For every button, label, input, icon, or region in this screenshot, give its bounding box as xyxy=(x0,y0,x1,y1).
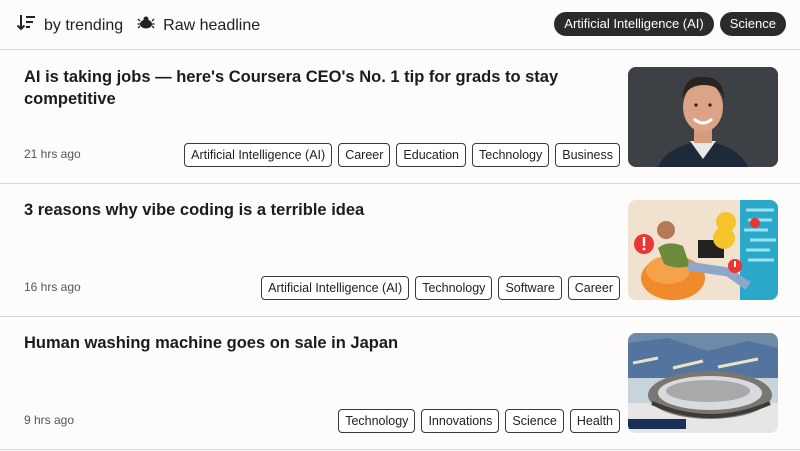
raw-headline-toggle[interactable]: Raw headline xyxy=(137,14,260,37)
tag[interactable]: Technology xyxy=(415,276,493,300)
article-time: 16 hrs ago xyxy=(24,280,81,294)
sort-label: by trending xyxy=(44,16,124,34)
mode-label: Raw headline xyxy=(163,16,261,34)
tag[interactable]: Technology xyxy=(472,143,550,167)
article-time: 9 hrs ago xyxy=(24,413,75,427)
tag[interactable]: Technology xyxy=(338,409,416,433)
article-card[interactable]: 3 reasons why vibe coding is a terrible … xyxy=(0,184,800,317)
filter-pill[interactable]: Artificial Intelligence (AI) xyxy=(554,12,714,36)
article-thumbnail[interactable] xyxy=(628,200,778,300)
tag-list: Artificial Intelligence (AI) Technology … xyxy=(255,276,620,300)
tag-list: Artificial Intelligence (AI) Career Educ… xyxy=(178,143,620,167)
tag[interactable]: Education xyxy=(396,143,467,167)
tag[interactable]: Business xyxy=(555,143,620,167)
article-time: 21 hrs ago xyxy=(24,147,81,161)
tag[interactable]: Health xyxy=(569,409,620,433)
article-title[interactable]: AI is taking jobs — here's Coursera CEO'… xyxy=(24,66,614,110)
tag[interactable]: Artificial Intelligence (AI) xyxy=(184,143,333,167)
tag[interactable]: Software xyxy=(498,276,562,300)
article-title[interactable]: 3 reasons why vibe coding is a terrible … xyxy=(24,199,614,221)
article-card[interactable]: Human washing machine goes on sale in Ja… xyxy=(0,317,800,450)
bug-icon xyxy=(137,14,155,37)
tag[interactable]: Career xyxy=(567,276,620,300)
article-card[interactable]: AI is taking jobs — here's Coursera CEO'… xyxy=(0,51,800,184)
tag[interactable]: Career xyxy=(338,143,391,167)
article-title[interactable]: Human washing machine goes on sale in Ja… xyxy=(24,332,614,354)
tag[interactable]: Science xyxy=(505,409,564,433)
toolbar: by trending Raw headline Artificial Inte… xyxy=(0,0,800,50)
article-thumbnail[interactable] xyxy=(628,67,778,167)
active-filters: Artificial Intelligence (AI) Science xyxy=(548,12,786,36)
sort-button[interactable]: by trending xyxy=(16,13,123,38)
toolbar-left: by trending Raw headline xyxy=(16,13,260,38)
tag[interactable]: Artificial Intelligence (AI) xyxy=(261,276,410,300)
sort-descending-icon xyxy=(16,13,36,38)
article-thumbnail[interactable] xyxy=(628,333,778,433)
tag-list: Technology Innovations Science Health xyxy=(332,409,620,433)
filter-pill[interactable]: Science xyxy=(719,12,786,36)
tag[interactable]: Innovations xyxy=(421,409,500,433)
